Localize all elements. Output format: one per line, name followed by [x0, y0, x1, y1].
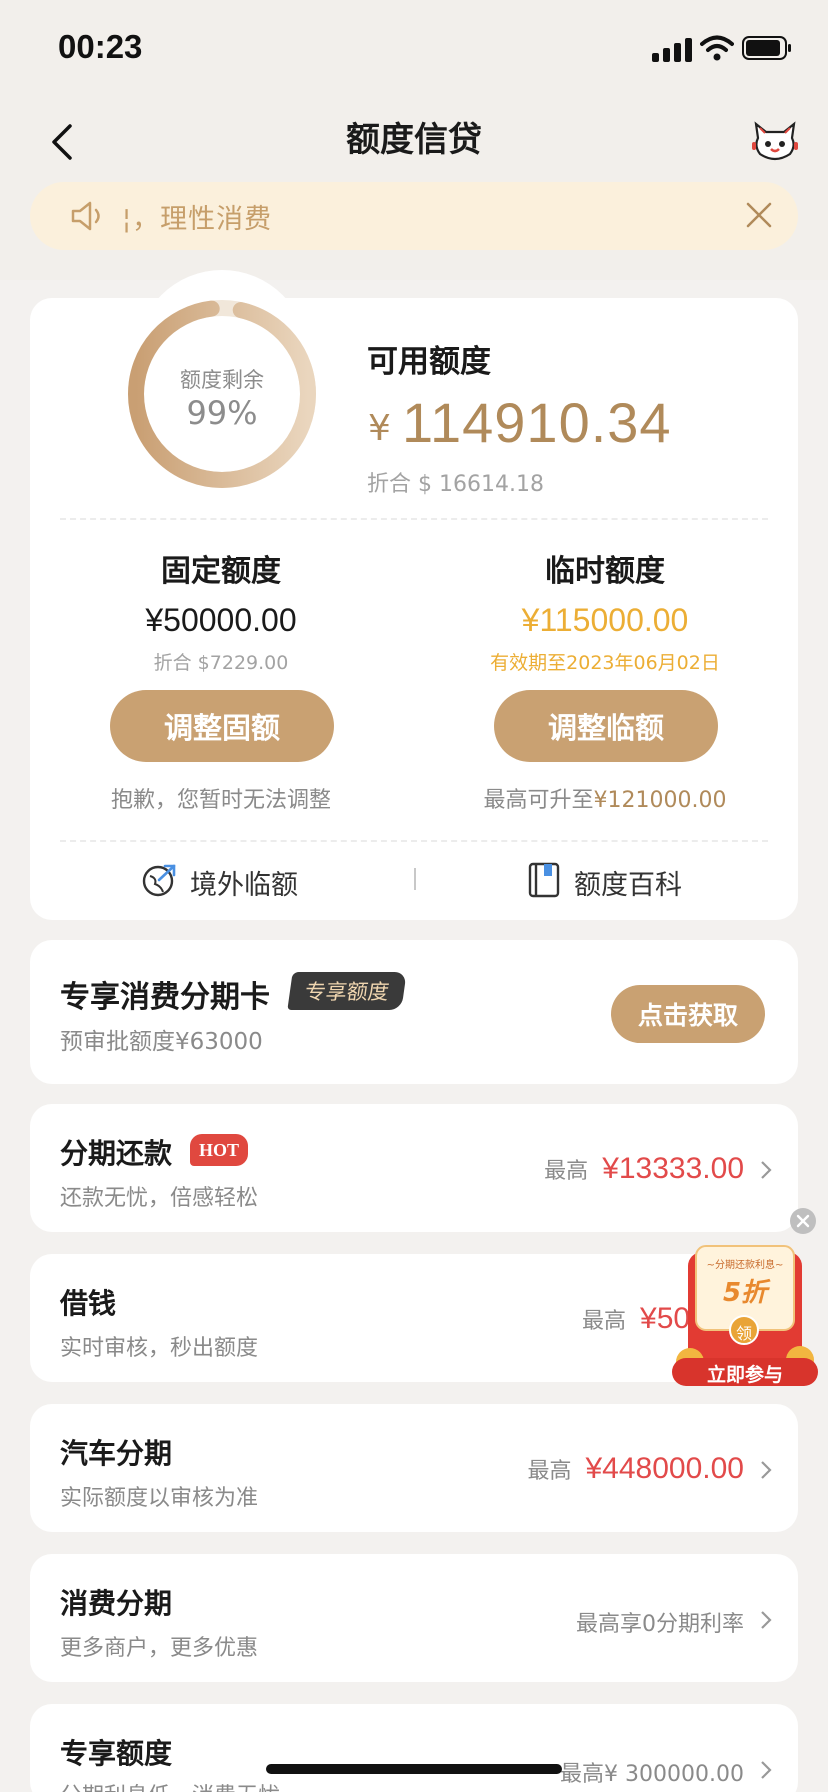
row-value: 最高¥ 300000.00 [560, 1762, 744, 1787]
row-amount: ¥448000.00 [585, 1452, 745, 1485]
home-indicator [266, 1764, 562, 1774]
overseas-globe-icon [142, 864, 176, 897]
available-currency: ¥ [368, 408, 391, 449]
row-title: 汽车分期 [60, 1437, 173, 1470]
row-sub: 还款无忧，倍感轻松 [60, 1186, 259, 1211]
status-time: 00:23 [58, 28, 143, 65]
row-title: 专享额度 [60, 1737, 173, 1770]
row-title: 分期还款 [60, 1137, 173, 1170]
row-amount: ¥13333.00 [602, 1152, 744, 1185]
available-amount: 114910.34 [402, 391, 672, 454]
chevron-right-icon [761, 1761, 772, 1779]
promo-coin: 领 [735, 1324, 752, 1343]
row-sub: 分期利息低，消费无忧 [60, 1778, 280, 1792]
wifi-icon [700, 35, 734, 61]
fixed-amount: ¥50000.00 [145, 602, 297, 638]
promo-discount: 5折 [722, 1278, 768, 1308]
chevron-right-icon [761, 1161, 772, 1179]
promo-button[interactable]: 立即参与 [670, 1360, 820, 1387]
overseas-link[interactable]: 境外临额 [190, 863, 298, 902]
divider [60, 518, 768, 520]
temp-note-prefix: 最高可升至 [483, 788, 594, 813]
available-equiv: 折合 $ 16614.18 [367, 472, 544, 497]
fixed-note: 抱歉，您暂时无法调整 [110, 788, 331, 813]
battery-icon [742, 36, 791, 60]
hot-badge: HOT [190, 1134, 248, 1166]
wiki-link[interactable]: 额度百科 [574, 863, 682, 902]
temp-title: 临时额度 [545, 554, 665, 589]
chevron-right-icon [761, 1461, 772, 1479]
promo-close-button[interactable] [790, 1208, 816, 1234]
signal-icon [652, 38, 692, 62]
promo-top: ~分期还款利息~ [706, 1260, 784, 1271]
ring-label: 额度剩余 [180, 368, 264, 392]
page-title: 额度信贷 [346, 120, 482, 160]
row-title: 消费分期 [60, 1587, 173, 1620]
row-sub: 实际额度以审核为准 [60, 1486, 259, 1511]
row-prefix: 最高 [527, 1459, 572, 1484]
ring-percent: 99% [186, 394, 258, 432]
available-label: 可用额度 [367, 344, 491, 380]
row-sub: 实时审核，秒出额度 [60, 1336, 259, 1361]
temp-valid: 有效期至2023年06月02日 [490, 652, 720, 674]
adjust-temp-button[interactable]: 调整临额 [494, 690, 718, 762]
row-title: 借钱 [60, 1287, 117, 1320]
temp-amount: ¥115000.00 [521, 602, 689, 638]
close-icon[interactable] [745, 201, 773, 229]
notice-text: ¦，理性消费 [122, 204, 273, 235]
link-divider [414, 868, 416, 890]
exclusive-sub: 预审批额度¥63000 [60, 1029, 263, 1055]
row-sub: 更多商户，更多优惠 [60, 1636, 259, 1661]
divider [60, 840, 768, 842]
fixed-title: 固定额度 [161, 554, 281, 589]
temp-note-amount: ¥121000.00 [593, 788, 727, 813]
adjust-fixed-button[interactable]: 调整固额 [110, 690, 334, 762]
close-icon [796, 1214, 810, 1228]
promo-banner[interactable]: ~分期还款利息~ 5折 领 立即参与 [670, 1244, 820, 1389]
row-prefix: 最高 [544, 1159, 589, 1184]
row-prefix: 最高 [582, 1309, 627, 1334]
get-now-button[interactable]: 点击获取 [611, 985, 765, 1043]
book-icon [528, 862, 560, 898]
row-value: 最高 ¥448000.00 [527, 1452, 744, 1486]
chevron-right-icon [761, 1611, 772, 1629]
speaker-icon [71, 201, 100, 231]
row-value: 最高 ¥13333.00 [544, 1152, 744, 1186]
fixed-equiv: 折合 $7229.00 [153, 652, 289, 674]
exclusive-title: 专享消费分期卡 [60, 980, 270, 1015]
exclusive-badge: 专享额度 [287, 972, 407, 1010]
row-value: 最高享0分期利率 [576, 1612, 744, 1637]
temp-note: 最高可升至¥121000.00 [435, 782, 775, 814]
mascot-service-icon[interactable] [750, 118, 800, 164]
